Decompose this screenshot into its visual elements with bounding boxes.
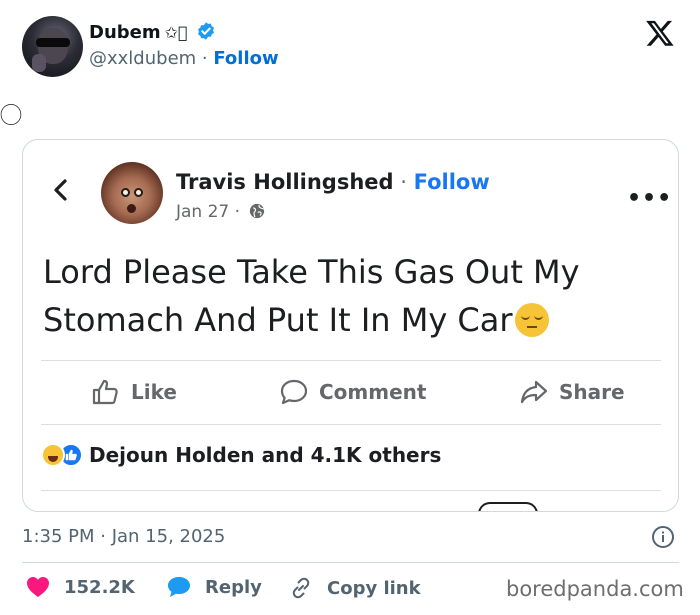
like-count: 152.2K <box>64 576 135 598</box>
fb-comment-action: Comment <box>279 378 426 406</box>
fb-follow-label: Follow <box>413 170 490 194</box>
avatar-eye-right <box>134 188 143 197</box>
fb-like-action: Like <box>91 378 177 406</box>
x-logo-icon[interactable] <box>645 18 675 48</box>
more-options-icon: ••• <box>627 186 673 211</box>
tweet-card: Dubem✩⃝ @xxldubem · Follow ⃝ Travis Holl… <box>0 0 700 615</box>
fb-author-avatar <box>101 162 163 224</box>
avatar-mouth <box>127 204 136 213</box>
source-watermark: boredpanda.com <box>506 577 684 601</box>
fb-author-name: Travis Hollingshed <box>176 170 394 194</box>
fb-divider-top <box>41 360 661 361</box>
reply-label: Reply <box>205 576 262 598</box>
fb-divider-lower <box>41 490 661 491</box>
reply-bubble-icon <box>168 577 190 597</box>
thumbs-up-icon <box>92 379 118 405</box>
share-arrow-icon <box>520 380 548 404</box>
author-avatar[interactable] <box>22 16 83 77</box>
fb-post-body: Lord Please Take This Gas Out My Stomach… <box>43 253 580 339</box>
fb-author-line: Travis Hollingshed · Follow <box>176 170 490 194</box>
tweet-timestamp[interactable]: 1:35 PM · Jan 15, 2025 <box>22 526 225 547</box>
avatar-hand <box>32 54 46 72</box>
embedded-image-card[interactable]: Travis Hollingshed · Follow Jan 27 · •••… <box>22 139 679 512</box>
reply-button[interactable]: Reply <box>167 576 262 598</box>
author-name-emoji: ✩⃝ <box>164 23 188 42</box>
reactions-row: Dejoun Holden and 4.1K others <box>41 443 441 467</box>
fb-share-action: Share <box>519 378 625 406</box>
fb-date: Jan 27 · <box>176 202 241 222</box>
info-icon[interactable] <box>651 525 675 549</box>
back-arrow-icon[interactable] <box>51 178 71 202</box>
copy-link-label: Copy link <box>327 577 421 599</box>
verified-badge-icon <box>197 22 214 40</box>
footer-divider <box>22 562 679 563</box>
fb-date-line: Jan 27 · <box>176 202 266 222</box>
like-button[interactable]: 152.2K <box>26 576 135 598</box>
fb-divider-bottom <box>41 424 661 425</box>
cropped-glyph <box>478 502 538 511</box>
pensive-face-emoji-icon <box>514 303 549 337</box>
author-handle-line: @xxldubem · Follow <box>89 48 279 69</box>
copy-link-button[interactable]: Copy link <box>289 576 421 600</box>
fb-separator: · <box>393 170 414 194</box>
author-handle[interactable]: @xxldubem <box>89 48 196 69</box>
handle-separator: · <box>196 48 214 69</box>
avatar-glasses <box>36 38 70 47</box>
author-display-name[interactable]: Dubem <box>89 22 161 43</box>
author-name[interactable]: Dubem ✩⃝ <box>89 21 216 43</box>
fb-post-text: Lord Please Take This Gas Out My Stomach… <box>43 248 623 344</box>
avatar-eye-left <box>121 188 130 197</box>
fb-like-label: Like <box>131 380 177 404</box>
fb-share-label: Share <box>559 380 625 404</box>
link-icon <box>292 577 310 599</box>
reactions-summary: Dejoun Holden and 4.1K others <box>89 443 442 467</box>
fb-comment-label: Comment <box>319 380 427 404</box>
globe-icon <box>250 203 265 219</box>
follow-button[interactable]: Follow <box>213 48 278 69</box>
comment-bubble-icon <box>280 379 308 405</box>
haha-reaction-icon <box>41 443 65 467</box>
heart-icon <box>27 577 49 597</box>
